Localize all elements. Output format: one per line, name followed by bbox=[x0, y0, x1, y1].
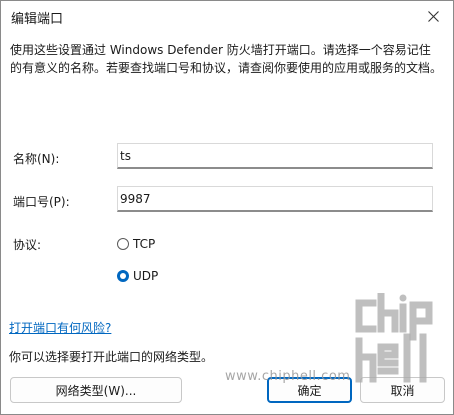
tcp-radio[interactable]: TCP bbox=[117, 237, 155, 251]
port-field[interactable] bbox=[117, 186, 433, 212]
title-bar: 编辑端口 bbox=[1, 1, 453, 31]
chiphell-logo bbox=[355, 293, 433, 383]
name-label: 名称(N): bbox=[13, 152, 60, 166]
radio-unchecked-icon bbox=[117, 238, 129, 250]
port-risk-link[interactable]: 打开端口有何风险? bbox=[9, 319, 111, 336]
radio-checked-icon bbox=[117, 270, 129, 282]
edit-port-dialog: 编辑端口 使用这些设置通过 Windows Defender 防火墙打开端口。请… bbox=[0, 0, 454, 415]
udp-radio-label: UDP bbox=[133, 269, 159, 283]
cancel-button[interactable]: 取消 bbox=[360, 377, 445, 403]
window-title: 编辑端口 bbox=[11, 12, 64, 27]
name-field[interactable] bbox=[117, 143, 433, 169]
close-icon bbox=[427, 10, 439, 22]
tcp-radio-label: TCP bbox=[133, 237, 156, 251]
udp-radio[interactable]: UDP bbox=[117, 269, 158, 283]
port-label: 端口号(P): bbox=[13, 195, 70, 209]
description-text: 使用这些设置通过 Windows Defender 防火墙打开端口。请选择一个容… bbox=[10, 43, 443, 75]
protocol-label: 协议: bbox=[13, 238, 42, 252]
ok-button[interactable]: 确定 bbox=[267, 377, 352, 403]
close-button[interactable] bbox=[413, 1, 453, 31]
network-type-button[interactable]: 网络类型(W)... bbox=[10, 377, 182, 403]
network-type-note: 你可以选择要打开此端口的网络类型。 bbox=[9, 350, 214, 364]
